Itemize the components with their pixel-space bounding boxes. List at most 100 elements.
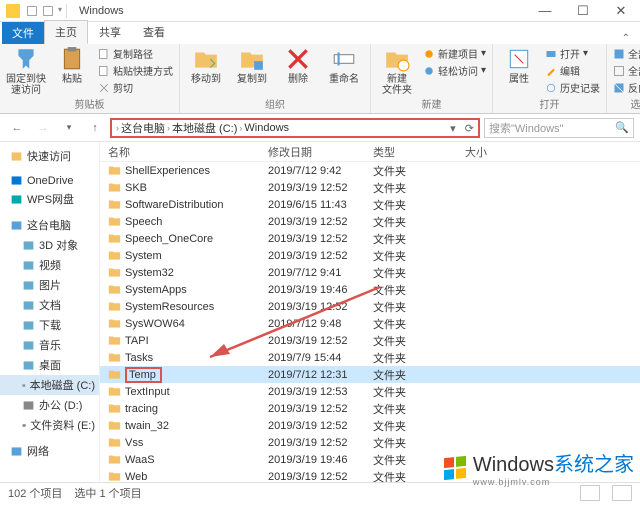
music-icon bbox=[22, 339, 35, 352]
table-row[interactable]: SystemResources2019/3/19 12:52文件夹 bbox=[100, 298, 640, 315]
forward-button[interactable]: → bbox=[32, 117, 54, 139]
file-date: 2019/3/19 19:46 bbox=[260, 284, 365, 296]
sidebar-item[interactable]: 下载 bbox=[0, 315, 99, 335]
folder-icon bbox=[108, 215, 121, 228]
minimize-button[interactable]: — bbox=[526, 0, 564, 22]
sidebar-item[interactable]: 桌面 bbox=[0, 355, 99, 375]
delete-button[interactable]: 删除 bbox=[278, 46, 318, 85]
sidebar-item-label: 音乐 bbox=[39, 337, 61, 353]
table-row[interactable]: Tasks2019/7/9 15:44文件夹 bbox=[100, 349, 640, 366]
sidebar-item[interactable]: 本地磁盘 (C:) bbox=[0, 375, 99, 395]
file-name: Temp bbox=[125, 367, 162, 383]
file-date: 2019/3/19 12:52 bbox=[260, 182, 365, 194]
pic-icon bbox=[22, 279, 35, 292]
file-type: 文件夹 bbox=[365, 265, 435, 281]
open-button[interactable]: 打开 ▾ bbox=[545, 46, 600, 61]
sidebar-item[interactable]: 文档 bbox=[0, 295, 99, 315]
file-type: 文件夹 bbox=[365, 418, 435, 434]
selected-count: 选中 1 个项目 bbox=[74, 485, 141, 501]
file-name: ShellExperiences bbox=[125, 165, 210, 177]
table-row[interactable]: System2019/3/19 12:52文件夹 bbox=[100, 247, 640, 264]
recent-dropdown-icon[interactable]: ▾ bbox=[58, 117, 80, 139]
table-row[interactable]: Speech2019/3/19 12:52文件夹 bbox=[100, 213, 640, 230]
table-row[interactable]: SoftwareDistribution2019/6/15 11:43文件夹 bbox=[100, 196, 640, 213]
table-row[interactable]: TextInput2019/3/19 12:53文件夹 bbox=[100, 383, 640, 400]
move-button[interactable]: 移动到 bbox=[186, 46, 226, 85]
table-row[interactable]: System322019/7/12 9:41文件夹 bbox=[100, 264, 640, 281]
properties-button[interactable]: 属性 bbox=[499, 46, 539, 85]
quick-access-toolbar: ▾ bbox=[26, 5, 62, 17]
table-row[interactable]: twain_322019/3/19 12:52文件夹 bbox=[100, 417, 640, 434]
sidebar-item[interactable]: OneDrive bbox=[0, 172, 99, 189]
table-row[interactable]: Temp2019/7/12 12:31文件夹 bbox=[100, 366, 640, 383]
file-date: 2019/7/12 12:31 bbox=[260, 369, 365, 381]
file-type: 文件夹 bbox=[365, 401, 435, 417]
table-row[interactable]: tracing2019/3/19 12:52文件夹 bbox=[100, 400, 640, 417]
search-input[interactable]: 搜索"Windows"🔍 bbox=[484, 118, 634, 138]
col-size[interactable]: 大小 bbox=[435, 144, 495, 160]
folder-icon bbox=[108, 470, 121, 482]
table-row[interactable]: ShellExperiences2019/7/12 9:42文件夹 bbox=[100, 162, 640, 179]
paste-shortcut-button[interactable]: 粘贴快捷方式 bbox=[98, 63, 173, 78]
table-row[interactable]: SKB2019/3/19 12:52文件夹 bbox=[100, 179, 640, 196]
ribbon-collapse-icon[interactable]: ⌃ bbox=[612, 33, 640, 44]
paste-button[interactable]: 粘贴 bbox=[52, 46, 92, 85]
rename-button[interactable]: 重命名 bbox=[324, 46, 364, 85]
sidebar-item[interactable]: 文件资料 (E:) bbox=[0, 415, 99, 435]
history-button[interactable]: 历史记录 bbox=[545, 80, 600, 95]
select-all-button[interactable]: 全部选择 bbox=[613, 46, 640, 61]
up-button[interactable]: ↑ bbox=[84, 117, 106, 139]
invert-selection-button[interactable]: 反向选择 bbox=[613, 80, 640, 95]
sidebar-item[interactable]: 这台电脑 bbox=[0, 215, 99, 235]
tab-view[interactable]: 查看 bbox=[132, 20, 176, 44]
sidebar-item[interactable]: 3D 对象 bbox=[0, 235, 99, 255]
file-name: TAPI bbox=[125, 335, 149, 347]
new-item-button[interactable]: 新建项目 ▾ bbox=[423, 46, 486, 61]
folder-icon bbox=[108, 266, 121, 279]
tab-share[interactable]: 共享 bbox=[88, 20, 132, 44]
qat-icon[interactable] bbox=[42, 5, 54, 17]
new-folder-button[interactable]: 新建 文件夹 bbox=[377, 46, 417, 96]
sidebar-item-label: 这台电脑 bbox=[27, 217, 71, 233]
breadcrumb[interactable]: › 这台电脑 › 本地磁盘 (C:) › Windows ▾ ⟳ bbox=[110, 118, 480, 138]
sidebar-item-label: OneDrive bbox=[27, 175, 73, 187]
cut-button[interactable]: 剪切 bbox=[98, 80, 173, 95]
copy-button[interactable]: 复制到 bbox=[232, 46, 272, 85]
group-label: 新建 bbox=[422, 96, 442, 113]
table-row[interactable]: TAPI2019/3/19 12:52文件夹 bbox=[100, 332, 640, 349]
easy-access-button[interactable]: 轻松访问 ▾ bbox=[423, 63, 486, 78]
crumb-drive[interactable]: 本地磁盘 (C:) bbox=[172, 120, 237, 136]
tab-file[interactable]: 文件 bbox=[2, 22, 44, 44]
tab-home[interactable]: 主页 bbox=[44, 20, 88, 44]
pin-button[interactable]: 固定到快 速访问 bbox=[6, 46, 46, 96]
edit-button[interactable]: 编辑 bbox=[545, 63, 600, 78]
table-row[interactable]: SysWOW642019/7/12 9:48文件夹 bbox=[100, 315, 640, 332]
sidebar-item[interactable]: 图片 bbox=[0, 275, 99, 295]
sidebar-item[interactable]: 网络 bbox=[0, 441, 99, 461]
sidebar-item[interactable]: 音乐 bbox=[0, 335, 99, 355]
sidebar-item-label: 办公 (D:) bbox=[39, 397, 82, 413]
sidebar-item[interactable]: 快速访问 bbox=[0, 146, 99, 166]
copy-path-button[interactable]: 复制路径 bbox=[98, 46, 173, 61]
col-date[interactable]: 修改日期 bbox=[260, 144, 365, 160]
back-button[interactable]: ← bbox=[6, 117, 28, 139]
select-none-button[interactable]: 全部取消 bbox=[613, 63, 640, 78]
file-name: Web bbox=[125, 471, 147, 483]
folder-icon bbox=[108, 232, 121, 245]
crumb-pc[interactable]: 这台电脑 bbox=[121, 120, 165, 136]
col-name[interactable]: 名称 bbox=[100, 144, 260, 160]
table-row[interactable]: Speech_OneCore2019/3/19 12:52文件夹 bbox=[100, 230, 640, 247]
close-button[interactable]: ✕ bbox=[602, 0, 640, 22]
table-row[interactable]: SystemApps2019/3/19 19:46文件夹 bbox=[100, 281, 640, 298]
file-type: 文件夹 bbox=[365, 214, 435, 230]
sidebar-item-label: 视频 bbox=[39, 257, 61, 273]
qat-icon[interactable] bbox=[26, 5, 38, 17]
maximize-button[interactable]: ☐ bbox=[564, 0, 602, 22]
sidebar-item[interactable]: 办公 (D:) bbox=[0, 395, 99, 415]
qat-dropdown-icon[interactable]: ▾ bbox=[58, 5, 62, 17]
sidebar-item[interactable]: WPS网盘 bbox=[0, 189, 99, 209]
col-type[interactable]: 类型 bbox=[365, 144, 435, 160]
desk-icon bbox=[22, 359, 35, 372]
sidebar-item[interactable]: 视频 bbox=[0, 255, 99, 275]
crumb-folder[interactable]: Windows bbox=[244, 122, 289, 134]
